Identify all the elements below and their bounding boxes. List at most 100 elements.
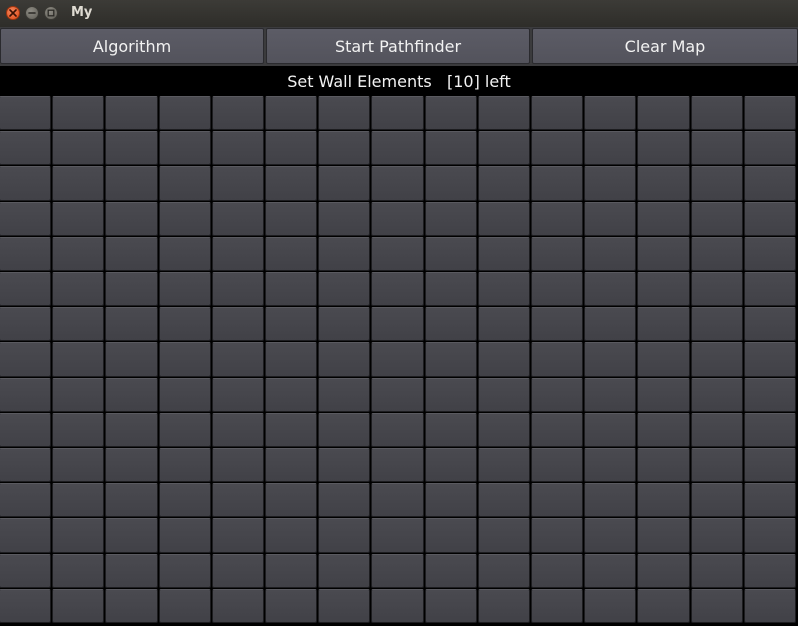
map-cell[interactable] <box>637 378 690 412</box>
map-cell[interactable] <box>691 554 743 588</box>
map-cell[interactable] <box>52 483 104 517</box>
map-cell[interactable] <box>425 166 477 201</box>
map-cell[interactable] <box>318 589 370 623</box>
map-cell[interactable] <box>637 342 690 377</box>
map-cell[interactable] <box>584 413 636 447</box>
map-cell[interactable] <box>105 202 158 236</box>
close-icon[interactable] <box>6 6 20 20</box>
title-bar[interactable]: My <box>0 0 798 27</box>
map-cell[interactable] <box>105 307 158 341</box>
map-cell[interactable] <box>265 483 317 517</box>
map-cell[interactable] <box>691 589 743 623</box>
map-cell[interactable] <box>744 166 796 201</box>
map-cell[interactable] <box>0 378 51 412</box>
map-cell[interactable] <box>478 342 530 377</box>
map-cell[interactable] <box>744 378 796 412</box>
map-cell[interactable] <box>318 554 370 588</box>
map-cell[interactable] <box>105 448 158 482</box>
map-cell[interactable] <box>159 518 211 553</box>
map-cell[interactable] <box>0 307 51 341</box>
map-cell[interactable] <box>52 448 104 482</box>
map-cell[interactable] <box>318 166 370 201</box>
map-cell[interactable] <box>637 483 690 517</box>
map-cell[interactable] <box>425 589 477 623</box>
map-cell[interactable] <box>0 518 51 553</box>
map-cell[interactable] <box>371 413 424 447</box>
map-cell[interactable] <box>744 96 796 130</box>
map-cell[interactable] <box>52 96 104 130</box>
map-cell[interactable] <box>212 272 264 306</box>
map-cell[interactable] <box>637 166 690 201</box>
map-cell[interactable] <box>371 554 424 588</box>
map-cell[interactable] <box>478 131 530 165</box>
map-cell[interactable] <box>425 518 477 553</box>
map-cell[interactable] <box>531 518 583 553</box>
map-cell[interactable] <box>371 96 424 130</box>
map-cell[interactable] <box>0 202 51 236</box>
map-cell[interactable] <box>371 202 424 236</box>
map-cell[interactable] <box>371 237 424 271</box>
map-cell[interactable] <box>637 518 690 553</box>
map-cell[interactable] <box>531 342 583 377</box>
map-cell[interactable] <box>584 131 636 165</box>
map-cell[interactable] <box>105 237 158 271</box>
map-cell[interactable] <box>212 202 264 236</box>
map-cell[interactable] <box>52 307 104 341</box>
map-cell[interactable] <box>52 554 104 588</box>
map-cell[interactable] <box>212 378 264 412</box>
map-cell[interactable] <box>478 307 530 341</box>
map-cell[interactable] <box>318 378 370 412</box>
map-cell[interactable] <box>52 342 104 377</box>
map-cell[interactable] <box>637 413 690 447</box>
map-cell[interactable] <box>425 378 477 412</box>
map-cell[interactable] <box>105 589 158 623</box>
map-cell[interactable] <box>318 518 370 553</box>
map-cell[interactable] <box>744 237 796 271</box>
map-cell[interactable] <box>478 448 530 482</box>
map-cell[interactable] <box>425 342 477 377</box>
map-cell[interactable] <box>478 518 530 553</box>
map-cell[interactable] <box>691 518 743 553</box>
map-cell[interactable] <box>691 96 743 130</box>
map-cell[interactable] <box>52 589 104 623</box>
map-cell[interactable] <box>425 272 477 306</box>
map-cell[interactable] <box>478 272 530 306</box>
map-cell[interactable] <box>52 237 104 271</box>
minimize-icon[interactable] <box>25 6 39 20</box>
map-cell[interactable] <box>159 483 211 517</box>
map-cell[interactable] <box>531 272 583 306</box>
map-cell[interactable] <box>637 448 690 482</box>
map-cell[interactable] <box>691 483 743 517</box>
map-cell[interactable] <box>425 131 477 165</box>
map-cell[interactable] <box>265 202 317 236</box>
map-cell[interactable] <box>52 518 104 553</box>
map-cell[interactable] <box>691 202 743 236</box>
map-cell[interactable] <box>105 342 158 377</box>
map-cell[interactable] <box>265 589 317 623</box>
map-cell[interactable] <box>265 237 317 271</box>
map-cell[interactable] <box>318 413 370 447</box>
map-cell[interactable] <box>691 378 743 412</box>
map-cell[interactable] <box>159 342 211 377</box>
map-cell[interactable] <box>371 448 424 482</box>
map-cell[interactable] <box>584 554 636 588</box>
clear-map-button[interactable]: Clear Map <box>532 28 798 64</box>
map-cell[interactable] <box>531 448 583 482</box>
map-cell[interactable] <box>52 272 104 306</box>
map-cell[interactable] <box>318 131 370 165</box>
map-cell[interactable] <box>425 96 477 130</box>
map-cell[interactable] <box>105 96 158 130</box>
map-cell[interactable] <box>159 413 211 447</box>
map-cell[interactable] <box>0 448 51 482</box>
map-cell[interactable] <box>265 554 317 588</box>
map-cell[interactable] <box>531 554 583 588</box>
map-cell[interactable] <box>584 307 636 341</box>
map-cell[interactable] <box>0 483 51 517</box>
map-cell[interactable] <box>52 131 104 165</box>
map-cell[interactable] <box>159 589 211 623</box>
map-cell[interactable] <box>637 272 690 306</box>
map-cell[interactable] <box>371 378 424 412</box>
map-cell[interactable] <box>531 131 583 165</box>
map-cell[interactable] <box>637 131 690 165</box>
map-cell[interactable] <box>159 272 211 306</box>
